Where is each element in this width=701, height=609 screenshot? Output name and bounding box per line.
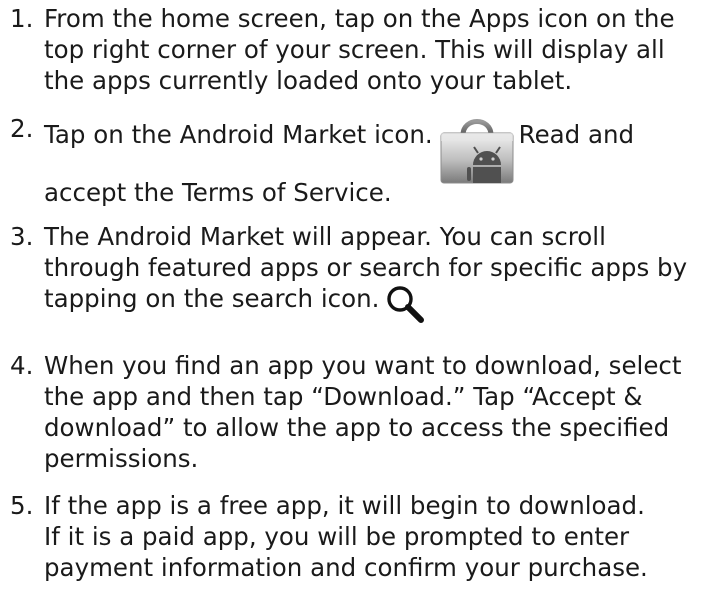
step-line: top right corner of your screen. This wi… — [44, 35, 665, 64]
instructions-page: 1. From the home screen, tap on the Apps… — [0, 0, 701, 609]
step-number: 5. — [10, 491, 34, 520]
step-line: If the app is a free app, it will begin … — [44, 491, 645, 520]
step-line: through featured apps or search for spec… — [44, 253, 688, 282]
step-line: payment information and confirm your pur… — [44, 553, 648, 582]
step-text: Tap on the Android Market icon. Read and… — [44, 113, 699, 208]
step-line-after-icon: Read and — [518, 120, 635, 149]
step-line: permissions. — [44, 444, 199, 473]
step-line: tapping on the search icon. — [44, 283, 699, 323]
step-number: 1. — [10, 4, 34, 33]
step-line: the app and then tap “Download.” Tap “Ac… — [44, 382, 643, 411]
step-number: 3. — [10, 222, 34, 251]
step-line: If it is a paid app, you will be prompte… — [44, 522, 630, 551]
step-line: the apps currently loaded onto your tabl… — [44, 66, 573, 95]
step-number: 4. — [10, 351, 34, 380]
step-number: 2. — [10, 114, 34, 143]
step-line: download” to allow the app to access the… — [44, 413, 670, 442]
step-line-before-icon: Tap on the Android Market icon. — [44, 120, 433, 149]
step-line-before-icon: tapping on the search icon. — [44, 284, 380, 313]
step-line: Tap on the Android Market icon. Read and — [44, 113, 699, 185]
android-market-icon — [439, 113, 515, 185]
step-text: The Android Market will appear. You can … — [44, 221, 699, 323]
step-line: The Android Market will appear. You can … — [44, 222, 606, 251]
step-text: If the app is a free app, it will begin … — [44, 490, 699, 583]
step-text: When you find an app you want to downloa… — [44, 350, 699, 474]
magnifying-glass-icon — [385, 285, 425, 323]
step-text: From the home screen, tap on the Apps ic… — [44, 3, 699, 96]
step-line: When you find an app you want to downloa… — [44, 351, 682, 380]
step-line: From the home screen, tap on the Apps ic… — [44, 4, 675, 33]
